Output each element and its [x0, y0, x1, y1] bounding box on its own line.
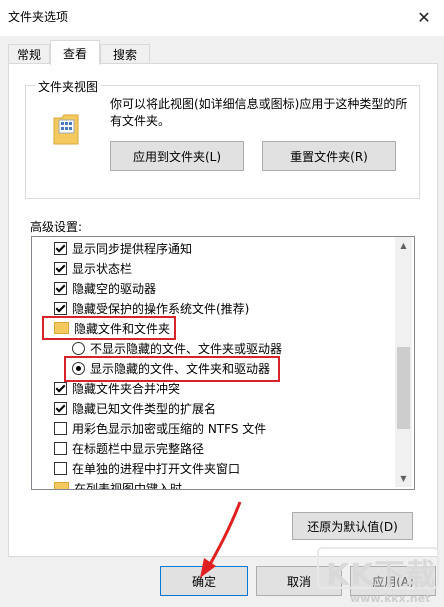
radio-icon[interactable]: [72, 341, 85, 355]
list-scrollbar[interactable]: ▲ ▼: [395, 237, 412, 487]
list-item[interactable]: 用彩色显示加密或压缩的 NTFS 文件: [54, 418, 266, 438]
checkbox-icon[interactable]: [54, 441, 67, 455]
folder-views-label: 文件夹视图: [35, 78, 102, 95]
list-item[interactable]: 不显示隐藏的文件、文件夹或驱动器: [72, 338, 282, 358]
apply-to-folders-button[interactable]: 应用到文件夹(L): [110, 141, 244, 171]
folder-view-icon: [53, 114, 79, 145]
scroll-up-icon[interactable]: ▲: [395, 237, 412, 254]
restore-defaults-button[interactable]: 还原为默认值(D): [292, 512, 413, 540]
list-item[interactable]: 显示同步提供程序通知: [54, 238, 192, 258]
tab-view[interactable]: 查看: [50, 40, 100, 65]
list-item[interactable]: 隐藏空的驱动器: [54, 278, 156, 298]
checkbox-icon[interactable]: [54, 261, 67, 275]
list-item[interactable]: 隐藏受保护的操作系统文件(推荐): [54, 298, 249, 318]
red-arrow-icon: [200, 501, 242, 578]
advanced-settings-label: 高级设置:: [30, 220, 83, 234]
title-bar: 文件夹选项 ✕: [0, 0, 444, 36]
highlight-hidden-files-folder: [42, 316, 176, 340]
watermark-text: KK下载: [326, 558, 437, 593]
scroll-thumb[interactable]: [397, 347, 410, 429]
list-item[interactable]: 显示状态栏: [54, 258, 132, 278]
folder-icon: [54, 482, 69, 489]
checkbox-icon[interactable]: [54, 281, 67, 295]
highlight-show-hidden-option: [64, 356, 280, 382]
checkbox-icon[interactable]: [54, 421, 67, 435]
window-title: 文件夹选项: [8, 10, 69, 24]
watermark-logo: KK下载 www.kkx.net: [312, 538, 444, 607]
list-item[interactable]: 在单独的进程中打开文件夹窗口: [54, 458, 240, 478]
tab-search[interactable]: 搜索: [100, 44, 150, 64]
list-item[interactable]: 在标题栏中显示完整路径: [54, 438, 204, 458]
list-item: 在列表视图中键入时: [54, 478, 182, 489]
scroll-down-icon[interactable]: ▼: [395, 470, 412, 487]
checkbox-icon[interactable]: [54, 381, 67, 395]
checkbox-icon[interactable]: [54, 461, 67, 475]
folder-views-description: 你可以将此视图(如详细信息或图标)应用于这种类型的所有文件夹。: [110, 97, 408, 128]
checkbox-icon[interactable]: [54, 241, 67, 255]
reset-folders-button[interactable]: 重置文件夹(R): [262, 141, 396, 171]
checkbox-icon[interactable]: [54, 301, 67, 315]
checkbox-icon[interactable]: [54, 401, 67, 415]
tab-general[interactable]: 常规: [8, 44, 50, 64]
list-item[interactable]: 隐藏已知文件类型的扩展名: [54, 398, 216, 418]
close-icon[interactable]: ✕: [404, 0, 444, 34]
watermark-url: www.kkx.net: [350, 592, 431, 605]
